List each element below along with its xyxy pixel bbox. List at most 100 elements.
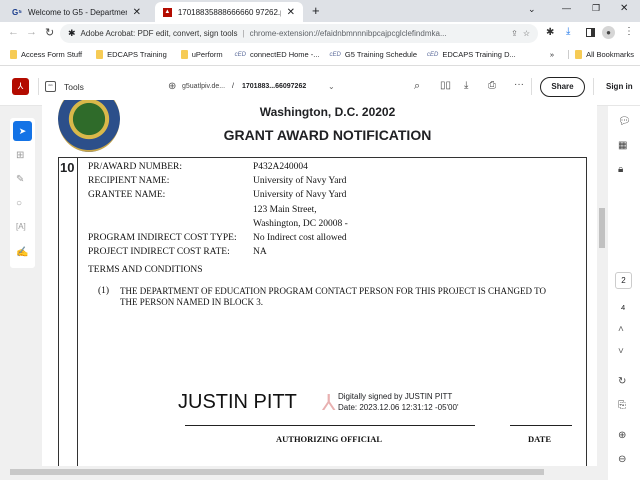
bookmark-label: EDCAPS Training D... [442,50,516,59]
extension-icon: ✱ [68,28,76,38]
search-icon[interactable]: ⌕ [414,80,420,93]
extensions-icon[interactable]: ✱ [546,27,554,38]
field-label: GRANTEE NAME: [88,190,166,201]
tab-search-icon[interactable]: ⌄ [528,4,536,15]
new-tab-button[interactable]: + [312,3,320,18]
bookmark-edcaps-training-d[interactable]: cED EDCAPS Training D... [427,50,516,59]
star-icon[interactable]: ☆ [523,29,530,38]
folder-icon [10,50,17,59]
field-label: PROGRAM INDIRECT COST TYPE: [88,232,237,243]
text-box-icon[interactable]: [A] [16,222,26,231]
quick-tools-panel: ➤ ⊞ ✎ ○ [A] ✍ [10,118,35,268]
pdf-icon: ▲ [163,7,172,17]
select-tool-icon[interactable]: ➤ [13,121,32,141]
share-button[interactable]: Share [540,77,585,97]
field-values: P432A240004 University of Navy Yard Univ… [253,160,348,259]
field-label: PR/AWARD NUMBER: [88,162,182,172]
scrollbar-thumb[interactable] [10,469,544,475]
omnibox[interactable]: ✱ Adobe Acrobat: PDF edit, convert, sign… [60,24,538,43]
file-domain: g5uatlpiv.de... [182,83,226,90]
grid-icon[interactable]: ▦ [618,140,627,151]
close-icon[interactable]: ✕ [133,7,141,18]
total-pages: 4 [621,303,626,312]
signed-by: Digitally signed by JUSTIN PITT [338,392,453,401]
back-icon[interactable]: ← [8,26,19,38]
chevron-up-icon[interactable]: ˄ [618,324,624,335]
minimize-icon[interactable]: — [562,3,571,13]
authorizing-official-label: AUTHORIZING OFFICIAL [276,434,383,444]
right-rail: 💬︎ ▦ 🔒︎ 2 4 ˄ ˅ ↻ ⎘ ⊕ ⊖ [608,106,640,480]
side-panel-icon[interactable] [586,28,595,37]
bookmark-label: G5 Training Schedule [344,50,418,59]
highlight-pen-icon[interactable]: ✎ [16,174,24,185]
file-name[interactable]: 1701883...66097262 [242,83,306,90]
folder-icon [575,50,583,59]
document-title: GRANT AWARD NOTIFICATION [223,127,432,143]
digital-signature-info[interactable]: Digitally signed by JUSTIN PITT Date: 20… [338,391,458,413]
folder-icon [96,50,104,59]
tab-label: Welcome to G5 - Department of [27,7,127,17]
current-page-input[interactable]: 2 [615,272,632,289]
profile-avatar[interactable]: ● [602,26,615,39]
zoom-out-icon[interactable]: ⊖ [618,454,626,465]
bookmark-label: Access Form Stuff [21,50,83,59]
share-icon[interactable]: ⇪ [511,29,518,38]
tools-icon[interactable]: ▫▫ [45,81,56,92]
lock-icon[interactable]: 🔒︎ [618,164,623,175]
more-icon[interactable]: ··· [514,79,524,90]
close-icon[interactable]: ✕ [287,7,295,18]
adobe-sign-watermark-icon: ⅄ [322,390,336,415]
tab-g5[interactable]: G⁵ Welcome to G5 - Department of ✕ [4,2,149,22]
path-separator: / [232,83,234,90]
add-comment-icon[interactable]: ⊞ [16,150,24,161]
omnibox-url: chrome-extension://efaidnbmnnnibpcajpcgl… [249,29,447,38]
page-thumbnails-icon[interactable]: ▯▯ [440,80,451,91]
acrobat-logo-icon[interactable]: ⅄ [12,78,29,95]
omnibox-title: Adobe Acrobat: PDF edit, convert, sign t… [80,29,238,38]
ced-icon: cED [329,51,341,58]
scrollbar-thumb[interactable] [599,208,605,248]
bookmark-uperform[interactable]: uPerform [180,50,223,59]
globe-icon: ⊕ [168,81,177,92]
vertical-scrollbar[interactable] [598,106,606,466]
fill-sign-icon[interactable]: ✍ [16,247,28,258]
tab-bar: G⁵ Welcome to G5 - Department of ✕ ▲ 170… [0,0,640,22]
award-number: P432A240004 [253,162,308,172]
date-label: DATE [528,434,551,444]
draw-freehand-icon[interactable]: ○ [16,198,22,209]
reload-icon[interactable]: ↻ [45,26,54,39]
term-1-text: THE DEPARTMENT OF EDUCATION PROGRAM CONT… [120,286,546,296]
tab-pdf[interactable]: ▲ 17018835888666660 97262.pdf ( ✕ [155,2,303,22]
grantee-street: 123 Main Street, [253,204,317,215]
rotate-icon[interactable]: ↻ [618,376,626,387]
chevron-down-icon[interactable]: ˅ [618,346,624,357]
term-1-text-continued: THE PERSON NAMED IN BLOCK 3. [120,297,264,307]
download-icon[interactable]: ⤓ [566,26,570,37]
download-icon[interactable]: ⤓ [464,80,468,91]
bookmark-g5-training-schedule[interactable]: cED G5 Training Schedule [330,50,417,59]
comment-icon[interactable]: 💬︎ [618,116,631,127]
menu-icon[interactable]: ⋮ [624,26,634,37]
field-label: PROJECT INDIRECT COST RATE: [88,247,230,258]
horizontal-scrollbar[interactable] [0,466,598,478]
tools-button[interactable]: Tools [64,82,84,92]
ced-icon: cED [427,51,439,58]
restore-icon[interactable]: ❐ [592,3,600,14]
forward-icon[interactable]: → [26,26,37,38]
field-labels: PR/AWARD NUMBER: RECIPIENT NAME: GRANTEE… [88,160,237,259]
more-bookmarks-button[interactable]: » [550,50,554,59]
chevron-down-icon[interactable]: ⌄ [328,82,335,91]
bookmark-edcaps-training[interactable]: EDCAPS Training [96,50,167,59]
zoom-in-icon[interactable]: ⊕ [618,430,626,441]
g5-icon: G⁵ [12,7,22,17]
bookmark-connected-home[interactable]: cED connectED Home -... [235,50,320,59]
page-fit-icon[interactable]: ⎘ [618,400,626,411]
all-bookmarks[interactable]: All Bookmarks [568,50,634,59]
sign-in-button[interactable]: Sign in [606,82,633,91]
address-row: ← → ↻ ✱ Adobe Acrobat: PDF edit, convert… [0,22,640,44]
bookmark-access-form-stuff[interactable]: Access Form Stuff [10,50,82,59]
ced-icon: cED [234,51,246,58]
print-icon[interactable]: ⎙ [488,80,496,91]
window-close-icon[interactable]: ✕ [620,3,628,14]
tab-label: 17018835888666660 97262.pdf ( [177,7,281,17]
